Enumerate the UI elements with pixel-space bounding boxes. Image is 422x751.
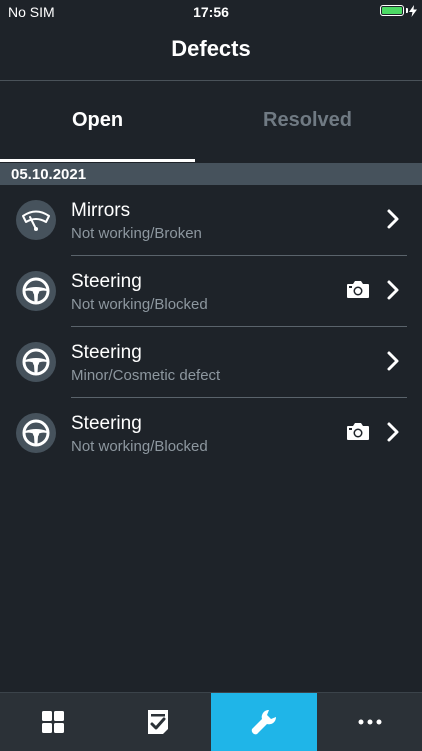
bottom-tab-bar [0, 692, 422, 751]
defect-status: Not working/Blocked [71, 296, 208, 313]
defect-row[interactable]: Steering Minor/Cosmetic defect [0, 327, 422, 398]
defect-row[interactable]: Mirrors Not working/Broken [0, 185, 422, 256]
defect-title: Steering [71, 342, 142, 363]
more-dots-icon [358, 719, 381, 725]
battery-icon [380, 5, 404, 16]
chevron-right-icon [387, 422, 399, 442]
defect-status: Not working/Blocked [71, 438, 208, 455]
steering-wheel-icon [16, 413, 56, 453]
section-date: 05.10.2021 [11, 166, 87, 183]
defect-row[interactable]: Steering Not working/Blocked [0, 256, 422, 327]
camera-icon [347, 423, 369, 440]
defect-status: Minor/Cosmetic defect [71, 367, 221, 384]
segment-tabs: Open Resolved [0, 81, 422, 163]
defect-title: Steering [71, 413, 142, 434]
defect-title: Mirrors [71, 200, 131, 221]
active-tab-indicator [0, 159, 195, 162]
date-section-header: 05.10.2021 [0, 163, 422, 185]
tab-defects[interactable] [211, 693, 317, 751]
status-bar: No SIM 17:56 [0, 0, 422, 24]
chevron-right-icon [387, 209, 399, 229]
tab-dashboard[interactable] [0, 693, 105, 751]
page-title: Defects [171, 36, 251, 61]
clock: 17:56 [193, 4, 229, 20]
checklist-icon [147, 710, 168, 734]
charging-icon [409, 5, 417, 17]
battery-tip [406, 8, 408, 13]
steering-wheel-icon [16, 271, 56, 311]
dashboard-grid-icon [41, 711, 64, 733]
chevron-right-icon [387, 280, 399, 300]
tab-checklist[interactable] [105, 693, 210, 751]
defect-status: Not working/Broken [71, 225, 202, 242]
defect-row[interactable]: Steering Not working/Blocked [0, 398, 422, 469]
chevron-right-icon [387, 351, 399, 371]
tab-more[interactable] [317, 693, 422, 751]
steering-wheel-icon [16, 342, 56, 382]
camera-icon [347, 281, 369, 298]
wrench-icon [251, 709, 277, 735]
tab-resolved[interactable]: Resolved [210, 109, 405, 132]
wiper-icon [16, 200, 56, 240]
defect-title: Steering [71, 271, 142, 292]
tab-open[interactable]: Open [0, 109, 195, 132]
